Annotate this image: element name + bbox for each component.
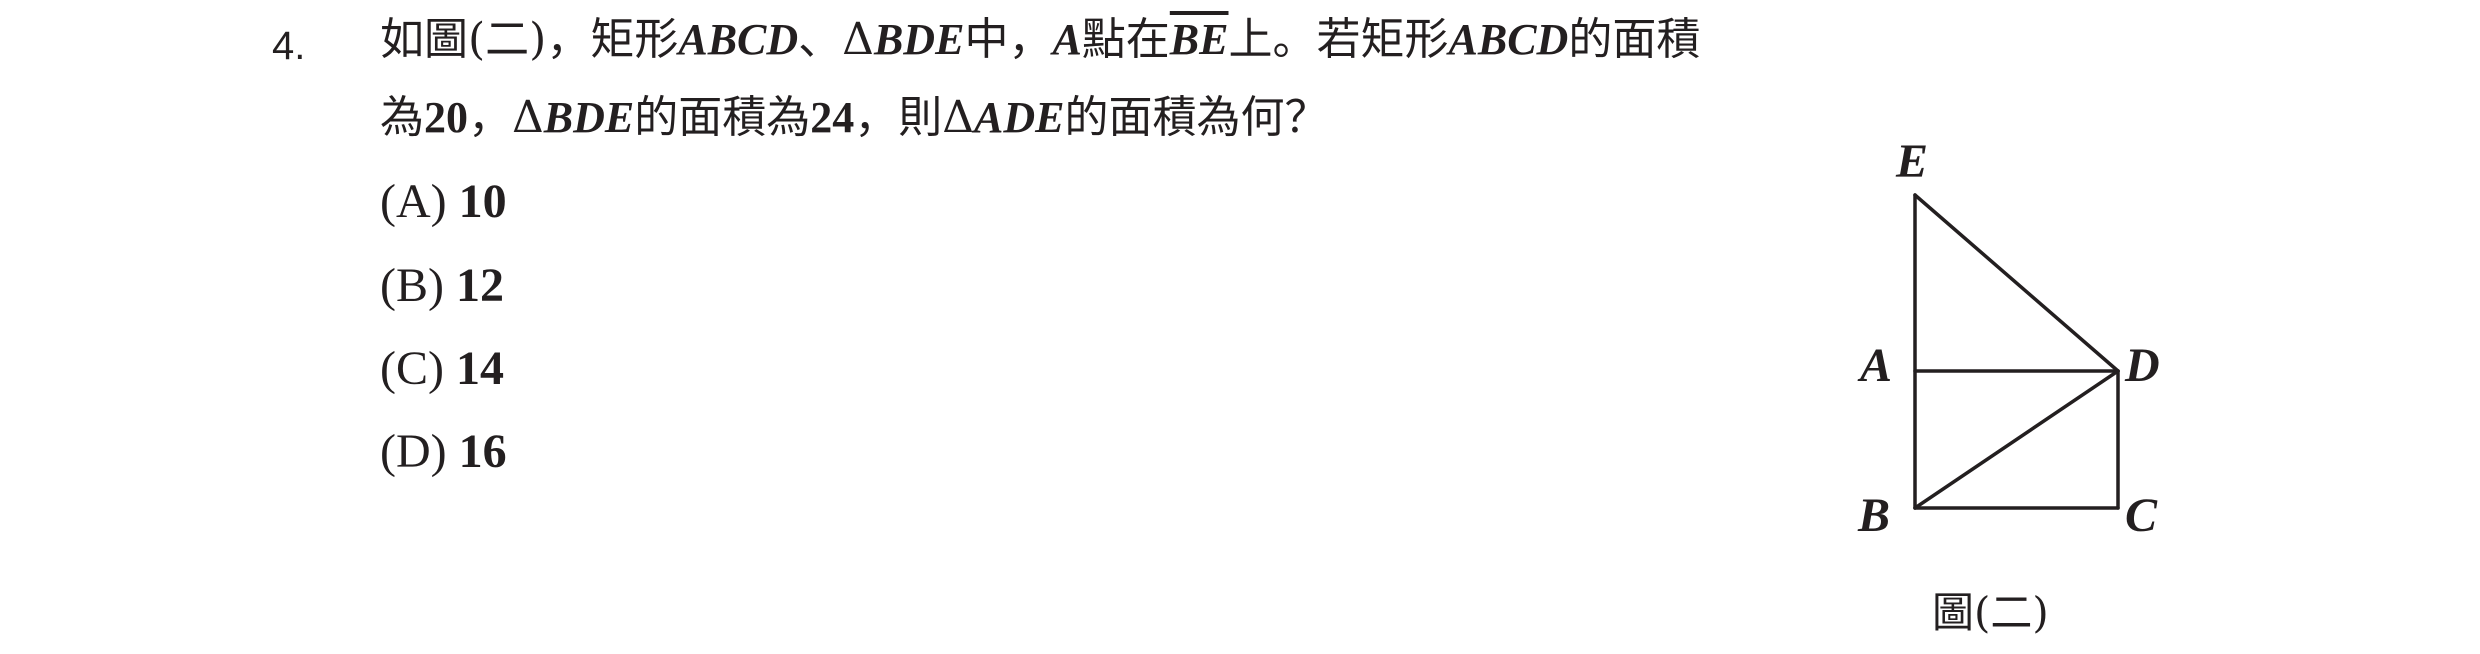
figure-caption: 圖(二): [1932, 588, 2049, 637]
vertex-label-e: E: [1896, 135, 1929, 188]
segment-bd: [1913, 369, 2120, 510]
segment-ed: [1913, 193, 2120, 373]
vertex-label-a: A: [1860, 339, 1893, 392]
figure-2-diagram: [1913, 193, 2120, 510]
vertex-label-d: D: [2125, 339, 2160, 392]
vertex-label-b: B: [1858, 489, 1891, 542]
vertex-label-c: C: [2125, 489, 2158, 542]
